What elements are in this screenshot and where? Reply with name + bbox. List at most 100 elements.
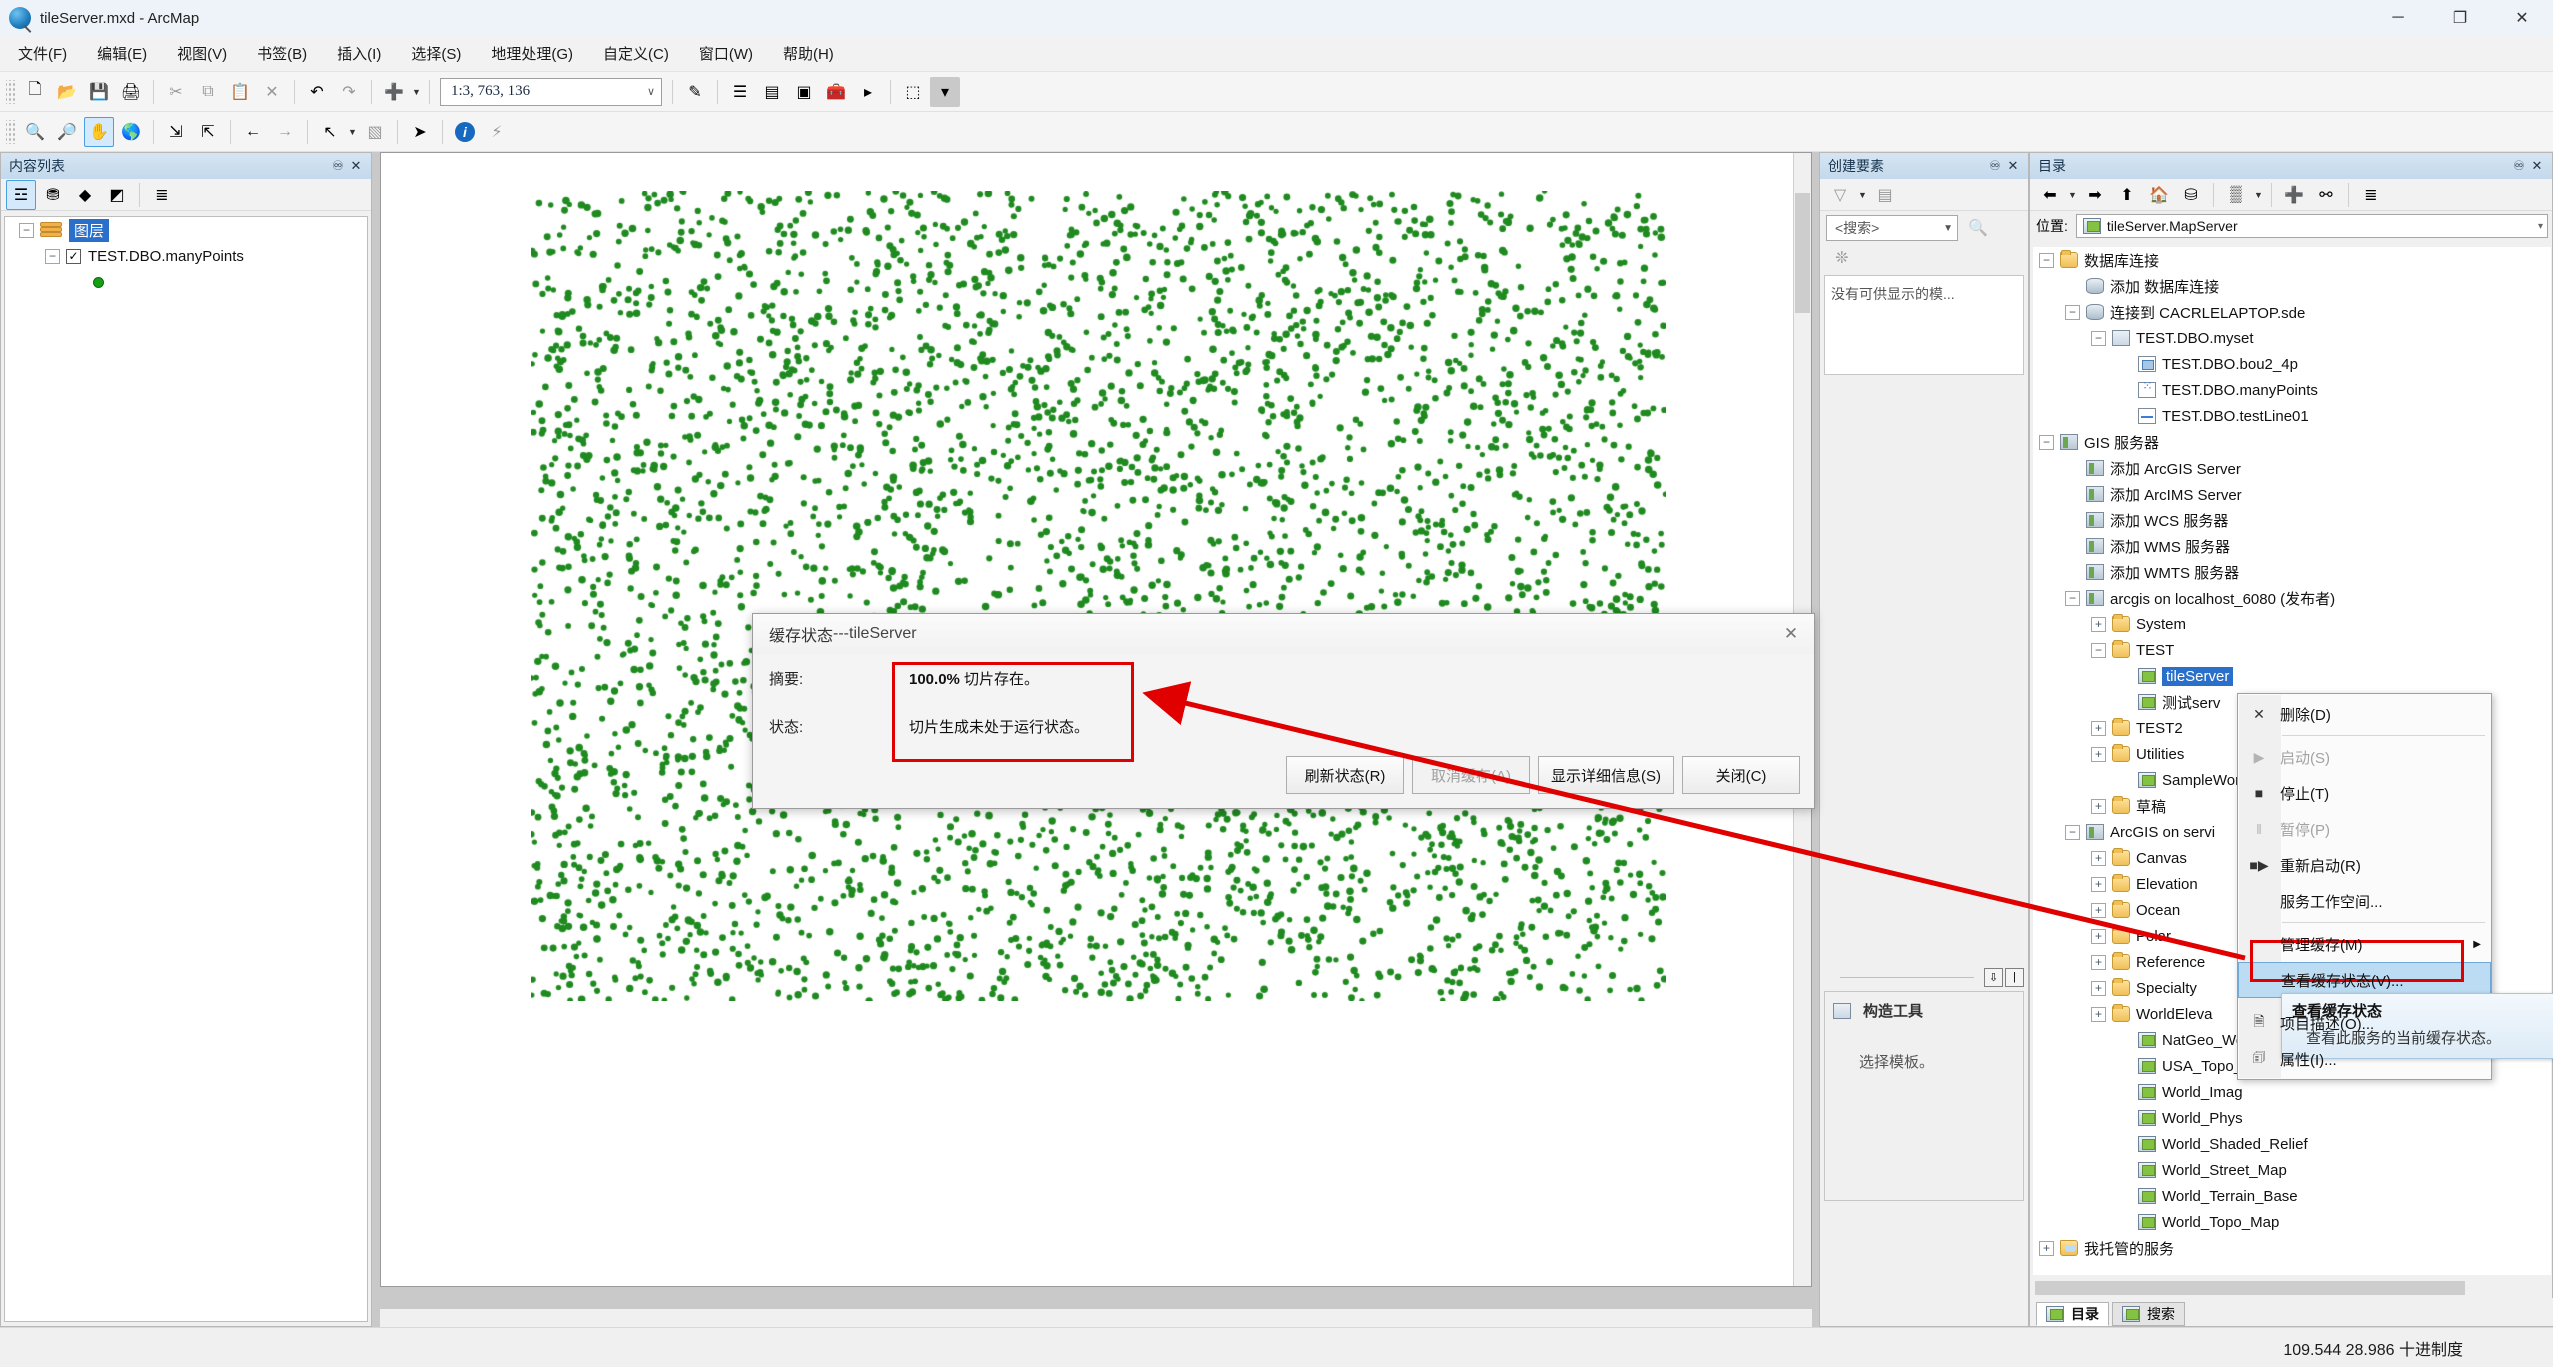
expand-icon[interactable]: + bbox=[2091, 616, 2106, 632]
show-details-button[interactable]: 显示详细信息(S) bbox=[1538, 756, 1674, 794]
pin-icon[interactable]: ♾ bbox=[329, 157, 347, 175]
expand-down-icon[interactable]: ⇩ bbox=[1984, 967, 2003, 987]
pin-icon[interactable]: ♾ bbox=[2510, 157, 2528, 175]
catalog-tree-item[interactable]: 添加 ArcIMS Server bbox=[2033, 481, 2551, 507]
menu-geoprocessing[interactable]: 地理处理(G) bbox=[479, 39, 585, 68]
context-menu-item[interactable]: ■ 停止(T) bbox=[2238, 775, 2491, 811]
context-menu-item[interactable]: 服务工作空间... bbox=[2238, 883, 2491, 919]
select-elements-icon[interactable]: ➤ bbox=[405, 117, 435, 147]
catalog-tree-item[interactable]: 添加 WCS 服务器 bbox=[2033, 507, 2551, 533]
minimize-button[interactable]: ─ bbox=[2367, 0, 2429, 36]
chevron-down-icon[interactable]: ▾ bbox=[2538, 221, 2543, 232]
back-icon[interactable]: ⬅ bbox=[2035, 180, 2065, 210]
connect-to-folder-icon[interactable]: ➕ bbox=[2279, 180, 2309, 210]
expand-icon[interactable]: + bbox=[2091, 798, 2106, 814]
catalog-tree-item[interactable]: 添加 数据库连接 bbox=[2033, 273, 2551, 299]
menu-file[interactable]: 文件(F) bbox=[6, 39, 79, 68]
item-description-icon[interactable]: ≣ bbox=[2356, 180, 2386, 210]
search-window-icon[interactable]: ▣ bbox=[789, 77, 819, 107]
tab-catalog[interactable]: 目录 bbox=[2036, 1302, 2109, 1326]
catalog-tree-item[interactable]: World_Street_Map bbox=[2033, 1157, 2551, 1183]
expand-icon[interactable]: + bbox=[2091, 928, 2106, 944]
catalog-tree-item[interactable]: World_Topo_Map bbox=[2033, 1209, 2551, 1235]
collapse-icon[interactable]: − bbox=[2065, 824, 2080, 840]
forward-icon[interactable]: ➡ bbox=[2080, 180, 2110, 210]
catalog-tree-item[interactable]: − 连接到 CACRLELAPTOP.sde bbox=[2033, 299, 2551, 325]
table-of-contents-icon[interactable]: ☰ bbox=[725, 77, 755, 107]
toc-symbol-row[interactable] bbox=[5, 269, 367, 295]
add-data-dropdown-icon[interactable]: ▼ bbox=[410, 78, 423, 106]
expand-icon[interactable]: + bbox=[2091, 980, 2106, 996]
catalog-window-icon[interactable]: ▤ bbox=[757, 77, 787, 107]
catalog-location-combo[interactable]: tileServer.MapServer ▾ bbox=[2075, 214, 2548, 238]
catalog-tree-item[interactable]: 添加 ArcGIS Server bbox=[2033, 455, 2551, 481]
close-icon[interactable]: ✕ bbox=[347, 157, 365, 175]
close-icon[interactable]: ✕ bbox=[1774, 619, 1808, 649]
tab-search[interactable]: 搜索 bbox=[2112, 1302, 2185, 1326]
expand-icon[interactable]: + bbox=[2091, 902, 2106, 918]
catalog-tree-item[interactable]: − arcgis on localhost_6080 (发布者) bbox=[2033, 585, 2551, 611]
toggle-tree-icon[interactable]: ⚯ bbox=[2311, 180, 2341, 210]
collapse-icon[interactable]: − bbox=[2039, 434, 2054, 450]
collapse-icon[interactable]: − bbox=[2039, 252, 2054, 268]
filter-dropdown-icon[interactable]: ▼ bbox=[1856, 181, 1869, 209]
collapse-icon[interactable]: − bbox=[2065, 304, 2080, 320]
toc-tree[interactable]: − 图层 − ✓ TEST.DBO.manyPoints bbox=[4, 216, 368, 1322]
expand-icon[interactable]: + bbox=[2091, 876, 2106, 892]
refresh-status-button[interactable]: 刷新状态(R) bbox=[1286, 756, 1404, 794]
fixed-zoom-out-icon[interactable]: ⇱ bbox=[193, 117, 223, 147]
menu-windows[interactable]: 窗口(W) bbox=[687, 39, 765, 68]
options-icon[interactable]: ≣ bbox=[147, 180, 177, 210]
panel-splitter[interactable]: ⇩ | bbox=[1820, 965, 2028, 989]
toolbar-grip[interactable] bbox=[6, 79, 15, 104]
expand-icon[interactable]: + bbox=[2091, 746, 2106, 762]
collapse-icon[interactable]: − bbox=[19, 222, 34, 238]
collapse-icon[interactable]: − bbox=[2065, 590, 2080, 606]
home-icon[interactable]: 🏠 bbox=[2144, 180, 2174, 210]
editor-toolbar-icon[interactable]: ✎ bbox=[680, 77, 710, 107]
chevron-down-icon[interactable]: ▼ bbox=[1943, 223, 1953, 234]
layer-visibility-checkbox[interactable]: ✓ bbox=[66, 248, 81, 264]
open-folder-icon[interactable]: 📂 bbox=[52, 77, 82, 107]
close-button[interactable]: 关闭(C) bbox=[1682, 756, 1800, 794]
new-document-icon[interactable]: 🗋 bbox=[20, 77, 50, 107]
catalog-tree-item[interactable]: TEST.DBO.testLine01 bbox=[2033, 403, 2551, 429]
catalog-tree-item[interactable]: − GIS 服务器 bbox=[2033, 429, 2551, 455]
save-icon[interactable]: 💾 bbox=[84, 77, 114, 107]
menu-bookmarks[interactable]: 书签(B) bbox=[245, 39, 319, 68]
catalog-tree-item[interactable]: World_Phys bbox=[2033, 1105, 2551, 1131]
catalog-tree-item[interactable]: World_Shaded_Relief bbox=[2033, 1131, 2551, 1157]
catalog-tree-item[interactable]: − TEST bbox=[2033, 637, 2551, 663]
modelbuilder-icon[interactable]: ⬚ bbox=[898, 77, 928, 107]
menu-help[interactable]: 帮助(H) bbox=[771, 39, 846, 68]
toc-layer-row[interactable]: − ✓ TEST.DBO.manyPoints bbox=[5, 243, 367, 269]
search-icon[interactable]: 🔍 bbox=[1965, 215, 1991, 241]
select-features-dropdown-icon[interactable]: ▼ bbox=[346, 118, 359, 146]
catalog-tree-item[interactable]: + System bbox=[2033, 611, 2551, 637]
up-one-level-icon[interactable]: ⬆ bbox=[2112, 180, 2142, 210]
collapse-icon[interactable]: − bbox=[45, 248, 60, 264]
expand-icon[interactable]: + bbox=[2091, 954, 2106, 970]
catalog-tree-item[interactable]: TEST.DBO.manyPoints bbox=[2033, 377, 2551, 403]
toolbar-grip[interactable] bbox=[6, 119, 15, 144]
template-search-input[interactable]: <搜索> ▼ bbox=[1826, 215, 1958, 241]
context-menu-item[interactable]: ■▶ 重新启动(R) bbox=[2238, 847, 2491, 883]
collapse-icon[interactable]: − bbox=[2091, 642, 2106, 658]
list-by-visibility-icon[interactable]: ◆ bbox=[70, 180, 100, 210]
cache-status-dialog[interactable]: 缓存状态 --- tileServer ✕ 摘要: 状态: 100.0% 切片存… bbox=[752, 613, 1815, 809]
toggle-contents-dropdown-icon[interactable]: ▼ bbox=[2252, 181, 2265, 209]
zoom-in-icon[interactable]: 🔍 bbox=[20, 117, 50, 147]
expand-icon[interactable]: + bbox=[2091, 720, 2106, 736]
catalog-horizontal-scrollbar[interactable] bbox=[2033, 1280, 2551, 1296]
context-menu-item[interactable]: ✕ 删除(D) bbox=[2238, 696, 2491, 732]
catalog-tree-item[interactable]: TEST.DBO.bou2_4p bbox=[2033, 351, 2551, 377]
catalog-tree-item[interactable]: 添加 WMTS 服务器 bbox=[2033, 559, 2551, 585]
toolbar-overflow-icon[interactable]: ▾ bbox=[930, 76, 960, 107]
maximize-button[interactable]: ❐ bbox=[2429, 0, 2491, 36]
close-icon[interactable]: ✕ bbox=[2004, 157, 2022, 175]
collapse-icon[interactable]: − bbox=[2091, 330, 2106, 346]
catalog-tree-item[interactable]: 添加 WMS 服务器 bbox=[2033, 533, 2551, 559]
expand-icon[interactable]: + bbox=[2091, 850, 2106, 866]
catalog-tree-item[interactable]: + 我托管的服务 bbox=[2033, 1235, 2551, 1261]
list-by-drawing-order-icon[interactable]: ☲ bbox=[6, 179, 36, 210]
